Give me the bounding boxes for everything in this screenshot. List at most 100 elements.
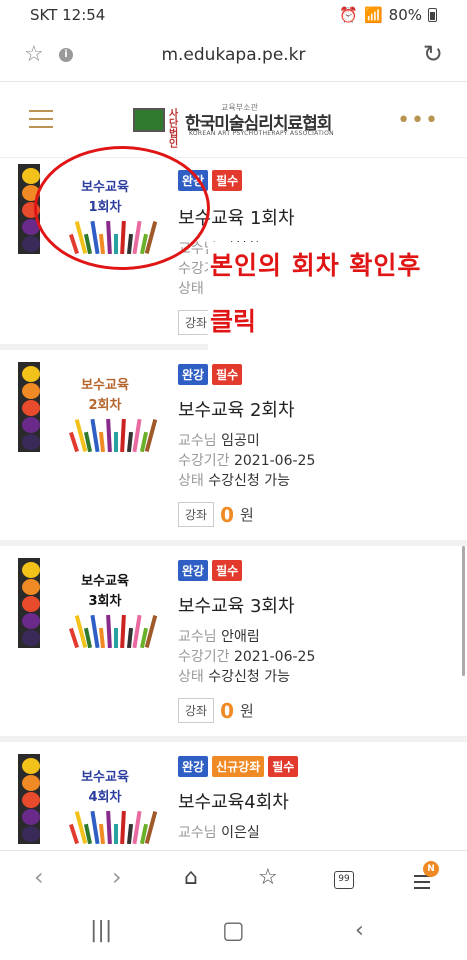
- pencil-shape: [98, 627, 106, 648]
- status-value: 수강신청 가능: [208, 473, 290, 489]
- site-logo[interactable]: 교육부소관 사단법인 한국미술심리치료협회 KOREAN ART PSYCHOT…: [123, 98, 347, 150]
- forward-icon[interactable]: ›: [112, 863, 122, 891]
- back-icon[interactable]: ‹: [34, 863, 44, 891]
- notification-badge: N: [423, 861, 439, 877]
- price-type: 강좌: [178, 502, 215, 527]
- site-header: 교육부소관 사단법인 한국미술심리치료협회 KOREAN ART PSYCHOT…: [0, 82, 467, 158]
- hamburger-icon[interactable]: [29, 110, 53, 128]
- pencil-shape: [69, 431, 79, 452]
- annotation-text-line2: 클릭: [210, 307, 257, 336]
- home-icon[interactable]: ⌂: [184, 865, 198, 890]
- recent-apps-icon[interactable]: |||: [90, 918, 112, 943]
- status-icons: ⏰ 📶 80%: [339, 6, 437, 24]
- course-thumbnail[interactable]: 보수교육 3회차: [18, 558, 164, 648]
- period-value: 2021-06-25: [233, 649, 316, 665]
- course-status: 상태 수강신청 가능: [178, 666, 290, 686]
- status-time: SKT 12:54: [30, 6, 106, 24]
- badge-group: 완강 필수: [178, 364, 243, 385]
- annotation-text-line1: 본인의 회차 확인후: [210, 251, 422, 280]
- course-badge: 필수: [212, 364, 243, 385]
- course-card[interactable]: 보수교육 3회차 완강 필수 보수교육 3회차 교수님 안애림 수강기간 2021…: [0, 546, 467, 742]
- paint-swatch: [22, 826, 40, 842]
- course-status: 상태 수강신청 가능: [178, 470, 290, 490]
- scrollbar[interactable]: [462, 546, 465, 676]
- course-thumbnail[interactable]: 보수교육 4회차: [18, 754, 164, 844]
- pencil-shape: [120, 810, 126, 844]
- price-value: 0: [220, 698, 235, 723]
- bookmarks-icon[interactable]: ☆: [258, 865, 278, 890]
- paint-swatch: [22, 417, 40, 433]
- pencil-shape: [90, 418, 100, 452]
- period-value: 2021-06-25: [233, 453, 316, 469]
- professor-name: 이은실: [221, 825, 260, 841]
- course-professor: 교수님 이은실: [178, 822, 260, 842]
- course-title[interactable]: 보수교육 2회차: [178, 396, 295, 422]
- pencil-shape: [114, 824, 118, 844]
- course-price: 강좌 0 원: [178, 502, 254, 527]
- paint-swatch: [22, 630, 40, 646]
- pencil-shape: [69, 823, 79, 844]
- course-period: 수강기간 2021-06-25: [178, 646, 315, 666]
- system-nav: ||| ▢ ‹: [0, 906, 467, 960]
- course-badge: 필수: [268, 756, 299, 777]
- course-title[interactable]: 보수교육 3회차: [178, 592, 295, 618]
- course-badge: 완강: [178, 756, 209, 777]
- thumbnail-line2: 2회차: [88, 398, 122, 413]
- course-period: 수강기간 2021-06-25: [178, 450, 315, 470]
- logo-emblem: [133, 108, 165, 132]
- thumbnail-line1: 보수교육: [81, 378, 129, 393]
- pencil-shape: [90, 614, 100, 648]
- badge-group: 완강 신규강좌 필수: [178, 756, 299, 777]
- annotation-circle: [34, 146, 210, 270]
- pencil-shape: [98, 823, 106, 844]
- course-thumbnail[interactable]: 보수교육 2회차: [18, 362, 164, 452]
- course-badge: 필수: [212, 560, 243, 581]
- pencil-shape: [120, 418, 126, 452]
- professor-name: 안애림: [221, 629, 260, 645]
- thumbnail-line2: 3회차: [88, 594, 122, 609]
- course-card[interactable]: 보수교육 4회차 완강 신규강좌 필수 보수교육4회차 교수님 이은실: [0, 742, 467, 850]
- professor-label: 교수님: [178, 825, 217, 841]
- pencil-shape: [106, 614, 112, 648]
- tabs-icon[interactable]: 99: [334, 871, 354, 889]
- period-label: 수강기간: [178, 649, 230, 665]
- battery-level: 80%: [388, 6, 422, 24]
- pencil-shape: [98, 431, 106, 452]
- course-price: 강좌 0 원: [178, 698, 254, 723]
- status-label: 상태: [178, 281, 204, 297]
- thumbnail-line1: 보수교육: [81, 574, 129, 589]
- paint-swatch: [22, 613, 40, 629]
- thumbnail-line1: 보수교육: [81, 770, 129, 785]
- paint-swatch: [22, 809, 40, 825]
- period-label: 수강기간: [178, 453, 230, 469]
- price-type: 강좌: [178, 698, 215, 723]
- browser-toolbar: ‹ › ⌂ ☆ 99 N: [0, 850, 467, 906]
- url-text[interactable]: m.edukapa.pe.kr: [0, 45, 467, 65]
- course-badge: 완강: [178, 560, 209, 581]
- pencil-shape: [114, 628, 118, 648]
- status-bar: SKT 12:54 ⏰ 📶 80%: [0, 0, 467, 30]
- course-professor: 교수님 임공미: [178, 430, 260, 450]
- pencil-shape: [120, 614, 126, 648]
- course-title[interactable]: 보수교육4회차: [178, 788, 289, 814]
- professor-label: 교수님: [178, 433, 217, 449]
- pencil-shape: [106, 810, 112, 844]
- course-badge: 필수: [212, 170, 243, 191]
- pencil-shape: [90, 810, 100, 844]
- more-icon[interactable]: •••: [397, 108, 439, 133]
- price-value: 0: [220, 502, 235, 527]
- professor-label: 교수님: [178, 629, 217, 645]
- status-label: 상태: [178, 473, 204, 489]
- course-badge: 완강: [178, 364, 209, 385]
- paint-swatch: [22, 434, 40, 450]
- system-back-icon[interactable]: ‹: [355, 918, 364, 943]
- course-card[interactable]: 보수교육 2회차 완강 필수 보수교육 2회차 교수님 임공미 수강기간 2021…: [0, 350, 467, 546]
- address-bar: ☆ i m.edukapa.pe.kr ↻: [0, 30, 467, 82]
- menu-icon[interactable]: [414, 875, 430, 893]
- logo-english: KOREAN ART PSYCHOTHERAPY ASSOCIATION: [189, 130, 334, 137]
- alarm-icon: ⏰: [339, 6, 358, 24]
- pencil-shape: [69, 627, 79, 648]
- home-button-icon[interactable]: ▢: [222, 916, 245, 944]
- pencil-shape: [106, 418, 112, 452]
- reload-icon[interactable]: ↻: [423, 40, 443, 68]
